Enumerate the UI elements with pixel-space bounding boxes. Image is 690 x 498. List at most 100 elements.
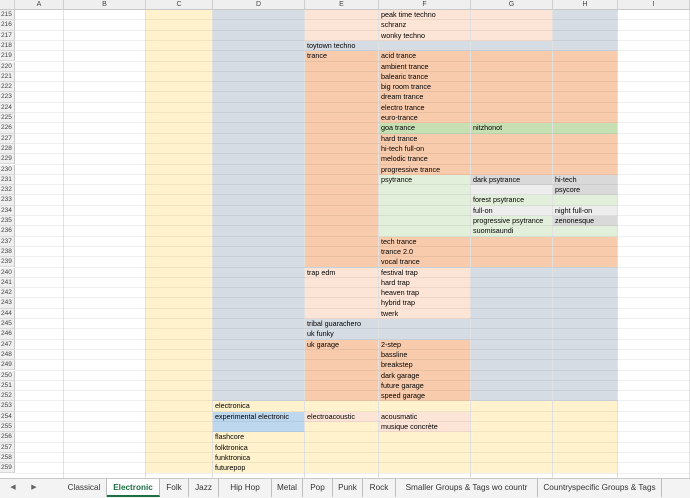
cell-f250[interactable]: dark garage: [379, 371, 419, 381]
cell-d254[interactable]: experimental electronic: [213, 412, 289, 422]
cell-f223[interactable]: dream trance: [379, 92, 423, 102]
cell-f222[interactable]: big room trance: [379, 82, 431, 92]
cell-e219[interactable]: trance: [305, 51, 327, 61]
row-header-226[interactable]: 226: [0, 123, 15, 134]
cell-f238[interactable]: trance 2.0: [379, 247, 413, 257]
cell-e254[interactable]: electroacoustic: [305, 412, 355, 422]
cell-e247[interactable]: uk garage: [305, 340, 339, 350]
cell-f240[interactable]: festival trap: [379, 268, 418, 278]
cell-d253[interactable]: electronica: [213, 401, 250, 411]
cell-g226[interactable]: nitzhonot: [471, 123, 502, 133]
cell-f251[interactable]: future garage: [379, 381, 424, 391]
row-header-237[interactable]: 237: [0, 236, 15, 247]
row-header-254[interactable]: 254: [0, 411, 15, 422]
cell-f241[interactable]: hard trap: [379, 278, 410, 288]
column-header-i[interactable]: I: [618, 0, 690, 10]
cell-f243[interactable]: hybrid trap: [379, 298, 415, 308]
sheet-tab-countryspecific-groups-tags[interactable]: Countryspecific Groups & Tags: [538, 479, 662, 497]
cell-f220[interactable]: ambient trance: [379, 62, 429, 72]
cell-e246[interactable]: uk funky: [305, 329, 334, 339]
row-header-243[interactable]: 243: [0, 298, 15, 309]
row-header-228[interactable]: 228: [0, 143, 15, 155]
row-header-241[interactable]: 241: [0, 277, 15, 289]
next-sheet-icon[interactable]: ▶: [27, 481, 41, 495]
cell-f228[interactable]: hi-tech full-on: [379, 144, 424, 154]
row-header-242[interactable]: 242: [0, 288, 15, 299]
cell-f216[interactable]: schranz: [379, 20, 406, 30]
cell-e218[interactable]: toytown techno: [305, 41, 355, 51]
previous-sheet-icon[interactable]: ◀: [6, 481, 20, 495]
row-header-246[interactable]: 246: [0, 329, 15, 340]
row-header-250[interactable]: 250: [0, 370, 15, 381]
column-header-f[interactable]: F: [379, 0, 471, 10]
cell-g235[interactable]: progressive psytrance: [471, 216, 543, 226]
cell-f254[interactable]: acousmatic: [379, 412, 417, 422]
row-header-249[interactable]: 249: [0, 360, 15, 371]
sheet-tab-smaller-groups-tags-wo-countr[interactable]: Smaller Groups & Tags wo countr: [396, 479, 538, 497]
cell-f229[interactable]: melodic trance: [379, 154, 428, 164]
cell-g233[interactable]: forest psytrance: [471, 195, 524, 205]
sheet-tab-pop[interactable]: Pop: [303, 479, 333, 497]
cell-f255[interactable]: musique concrète: [379, 422, 438, 432]
cell-f244[interactable]: twerk: [379, 309, 398, 319]
row-header-216[interactable]: 216: [0, 20, 15, 31]
row-header-255[interactable]: 255: [0, 422, 15, 433]
cell-d259[interactable]: futurepop: [213, 463, 245, 473]
cell-h235[interactable]: zenonesque: [553, 216, 594, 226]
sheet-tab-metal[interactable]: Metal: [272, 479, 303, 497]
cell-d258[interactable]: funktronica: [213, 453, 250, 463]
cell-f224[interactable]: electro trance: [379, 103, 425, 113]
select-all-corner[interactable]: [0, 0, 15, 10]
row-header-240[interactable]: 240: [0, 267, 15, 278]
sheet-tab-jazz[interactable]: Jazz: [189, 479, 219, 497]
row-header-229[interactable]: 229: [0, 154, 15, 165]
cell-f248[interactable]: bassline: [379, 350, 407, 360]
row-header-259[interactable]: 259: [0, 463, 15, 474]
row-header-238[interactable]: 238: [0, 246, 15, 258]
row-header-257[interactable]: 257: [0, 442, 15, 453]
row-header-251[interactable]: 251: [0, 380, 15, 392]
column-header-c[interactable]: C: [146, 0, 213, 10]
row-header-232[interactable]: 232: [0, 185, 15, 196]
sheet-tab-hip-hop[interactable]: Hip Hop: [219, 479, 272, 497]
row-header-225[interactable]: 225: [0, 113, 15, 124]
row-header-234[interactable]: 234: [0, 205, 15, 216]
cell-f230[interactable]: progressive trance: [379, 165, 440, 175]
cell-f221[interactable]: balearic trance: [379, 72, 428, 82]
column-header-g[interactable]: G: [471, 0, 553, 10]
row-header-236[interactable]: 236: [0, 226, 15, 237]
sheet-tab-punk[interactable]: Punk: [333, 479, 363, 497]
cell-f227[interactable]: hard trance: [379, 134, 417, 144]
cell-f249[interactable]: breakstep: [379, 360, 413, 370]
cell-g231[interactable]: dark psytrance: [471, 175, 520, 185]
row-header-227[interactable]: 227: [0, 133, 15, 144]
row-header-244[interactable]: 244: [0, 308, 15, 319]
row-header-252[interactable]: 252: [0, 391, 15, 402]
cell-f215[interactable]: peak time techno: [379, 10, 436, 20]
column-header-e[interactable]: E: [305, 0, 379, 10]
row-header-221[interactable]: 221: [0, 71, 15, 83]
cell-h232[interactable]: psycore: [553, 185, 580, 195]
row-header-245[interactable]: 245: [0, 319, 15, 330]
cell-h234[interactable]: night full-on: [553, 206, 592, 216]
row-header-230[interactable]: 230: [0, 164, 15, 175]
cell-f217[interactable]: wonky techno: [379, 31, 425, 41]
row-header-223[interactable]: 223: [0, 92, 15, 103]
row-header-258[interactable]: 258: [0, 452, 15, 464]
row-header-215[interactable]: 215: [0, 10, 15, 21]
row-header-220[interactable]: 220: [0, 61, 15, 72]
cell-g234[interactable]: full-on: [471, 206, 493, 216]
cell-f225[interactable]: euro-trance: [379, 113, 418, 123]
sheet-tab-electronic[interactable]: Electronic: [107, 479, 160, 497]
cell-d257[interactable]: folktronica: [213, 443, 248, 453]
sheet-tab-folk[interactable]: Folk: [160, 479, 189, 497]
row-header-248[interactable]: 248: [0, 349, 15, 361]
cell-f239[interactable]: vocal trance: [379, 257, 420, 267]
row-header-235[interactable]: 235: [0, 216, 15, 227]
cell-f247[interactable]: 2-step: [379, 340, 401, 350]
cell-h231[interactable]: hi-tech: [553, 175, 577, 185]
sheet-tab-rock[interactable]: Rock: [363, 479, 396, 497]
row-header-218[interactable]: 218: [0, 40, 15, 52]
row-header-233[interactable]: 233: [0, 195, 15, 206]
row-header-231[interactable]: 231: [0, 174, 15, 186]
